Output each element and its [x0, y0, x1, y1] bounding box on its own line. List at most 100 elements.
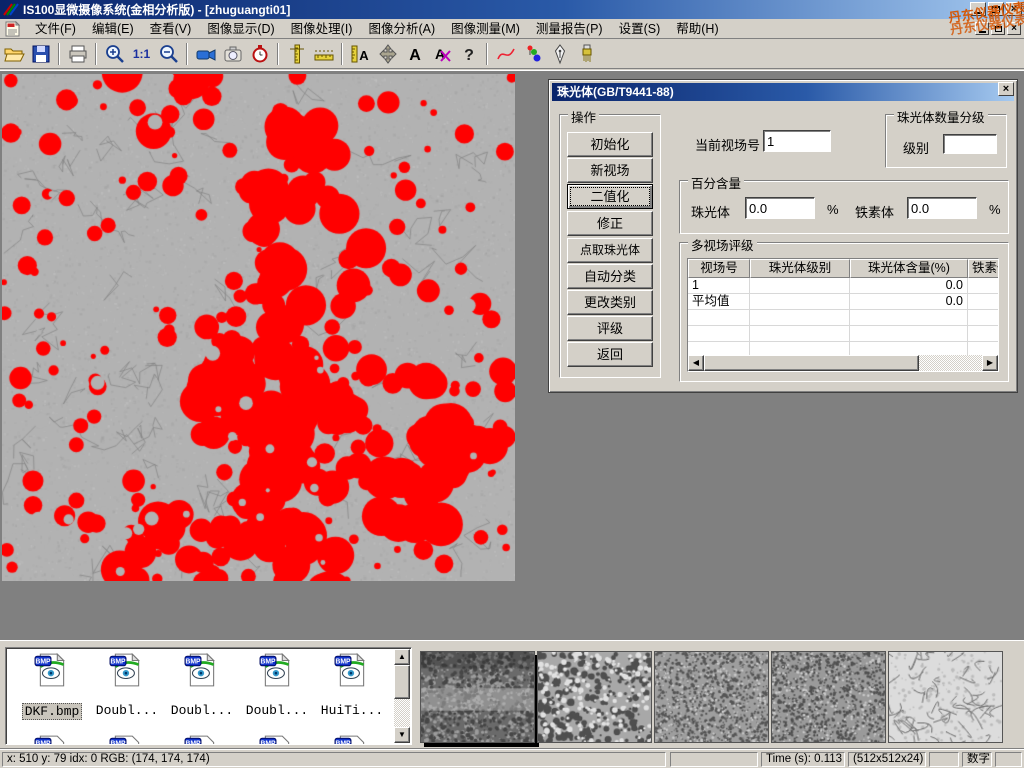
- status-time: Time (s): 0.113: [761, 752, 845, 767]
- menu-settings[interactable]: 设置(S): [611, 19, 669, 39]
- file-item[interactable]: BMP: [241, 734, 313, 745]
- print-button[interactable]: [65, 42, 90, 67]
- file-item[interactable]: BMP: [166, 734, 238, 745]
- restore-button[interactable]: [988, 2, 1004, 16]
- new-field-button[interactable]: 新视场: [567, 158, 653, 183]
- file-vscrollbar[interactable]: ▲ ▼: [394, 649, 410, 743]
- menu-image-process[interactable]: 图像处理(I): [283, 19, 361, 39]
- table-row[interactable]: 1 0.0: [688, 278, 998, 294]
- thumbnail-5[interactable]: [888, 651, 1003, 743]
- zoom-in-icon: [104, 43, 126, 65]
- mdi-minimize-icon: [979, 31, 986, 33]
- binarize-button[interactable]: 二值化: [567, 184, 653, 209]
- cell-ferrite: [968, 278, 999, 293]
- menu-view[interactable]: 查看(V): [142, 19, 200, 39]
- file-item[interactable]: BMP Doubl...: [91, 652, 163, 718]
- file-name[interactable]: Doubl...: [244, 703, 310, 718]
- toolbar: 1:1 A A A ?: [0, 40, 1024, 69]
- file-name[interactable]: DKF.bmp: [22, 703, 83, 720]
- measure-text-button[interactable]: A: [348, 42, 373, 67]
- thumbnail-4[interactable]: [771, 651, 886, 743]
- file-item[interactable]: BMP HuiTi...: [316, 652, 388, 718]
- pick-pearlite-button[interactable]: 点取珠光体: [567, 238, 653, 263]
- current-field-input[interactable]: [763, 130, 831, 152]
- return-button[interactable]: 返回: [567, 342, 653, 367]
- correct-button[interactable]: 修正: [567, 211, 653, 236]
- thumbnail-2[interactable]: [537, 651, 652, 743]
- table-row[interactable]: [688, 326, 998, 342]
- file-browser[interactable]: BMP DKF.bmp BMP Doubl... BMP Doubl... BM…: [5, 647, 412, 745]
- ferrite-percent-input[interactable]: [907, 197, 977, 219]
- auto-classify-button[interactable]: 自动分类: [567, 264, 653, 289]
- caliper-button[interactable]: [284, 42, 309, 67]
- file-name[interactable]: Doubl...: [169, 703, 235, 718]
- ruler-button[interactable]: [311, 42, 336, 67]
- metallographic-image[interactable]: [2, 74, 515, 581]
- menu-image-display[interactable]: 图像显示(D): [199, 19, 282, 39]
- camera-button[interactable]: [220, 42, 245, 67]
- file-item[interactable]: BMP Doubl...: [241, 652, 313, 718]
- move-button[interactable]: [375, 42, 400, 67]
- scroll-left-icon[interactable]: ◀: [688, 355, 704, 371]
- change-class-button[interactable]: 更改类别: [567, 290, 653, 315]
- menu-help[interactable]: 帮助(H): [668, 19, 726, 39]
- file-name[interactable]: Doubl...: [94, 703, 160, 718]
- curve-button[interactable]: [493, 42, 518, 67]
- init-button[interactable]: 初始化: [567, 132, 653, 157]
- thumbnail-1[interactable]: [420, 651, 535, 743]
- save-button[interactable]: [28, 42, 53, 67]
- open-folder-button[interactable]: [1, 42, 26, 67]
- mdi-minimize-button[interactable]: [975, 22, 989, 35]
- cell-grade: [750, 326, 850, 341]
- menu-report[interactable]: 测量报告(P): [528, 19, 611, 39]
- dialog-title-bar[interactable]: 珠光体(GB/T9441-88): [552, 83, 1014, 101]
- rating-table[interactable]: 视场号 珠光体级别 珠光体含量(%) 铁素体含量(%) 1 0.0 平均值 0.…: [687, 258, 999, 372]
- brush-button[interactable]: [574, 42, 599, 67]
- file-name[interactable]: HuiTi...: [319, 703, 385, 718]
- zoom-in-button[interactable]: [102, 42, 127, 67]
- scroll-up-icon[interactable]: ▲: [394, 649, 410, 665]
- video-camera-button[interactable]: [193, 42, 218, 67]
- svg-text:BMP: BMP: [110, 659, 126, 666]
- pen-button[interactable]: [547, 42, 572, 67]
- pearlite-percent-input[interactable]: [745, 197, 815, 219]
- file-item[interactable]: BMP Doubl...: [166, 652, 238, 718]
- file-item[interactable]: BMP: [91, 734, 163, 745]
- document-icon[interactable]: [4, 21, 21, 37]
- delete-text-button[interactable]: A: [429, 42, 454, 67]
- mdi-close-button[interactable]: ×: [1007, 22, 1021, 35]
- grade-input[interactable]: [943, 134, 997, 154]
- menu-image-measure[interactable]: 图像测量(M): [443, 19, 528, 39]
- menu-edit[interactable]: 编辑(E): [84, 19, 142, 39]
- thumbnail-3[interactable]: [654, 651, 769, 743]
- status-empty-2: [929, 752, 959, 767]
- table-row[interactable]: [688, 310, 998, 326]
- toolbar-separator: [95, 43, 97, 65]
- mdi-restore-button[interactable]: [991, 22, 1005, 35]
- points-button[interactable]: [520, 42, 545, 67]
- table-hscrollbar[interactable]: ◀ ▶: [688, 355, 998, 371]
- actual-size-button[interactable]: 1:1: [129, 42, 154, 67]
- dialog-close-button[interactable]: ×: [998, 82, 1014, 96]
- timer-button[interactable]: [247, 42, 272, 67]
- menu-file[interactable]: 文件(F): [27, 19, 84, 39]
- status-image-size: (512x512x24): [848, 752, 926, 767]
- scroll-thumb[interactable]: [394, 665, 410, 699]
- rate-button[interactable]: 评级: [567, 316, 653, 341]
- minimize-button[interactable]: [970, 2, 986, 16]
- scroll-thumb[interactable]: [704, 355, 919, 371]
- save-icon: [30, 43, 52, 65]
- file-item[interactable]: BMP DKF.bmp: [16, 652, 88, 720]
- scroll-down-icon[interactable]: ▼: [394, 727, 410, 743]
- help-button[interactable]: ?: [456, 42, 481, 67]
- table-row[interactable]: 平均值 0.0: [688, 294, 998, 310]
- scroll-track[interactable]: [919, 355, 982, 371]
- menu-image-analysis[interactable]: 图像分析(A): [360, 19, 443, 39]
- file-item[interactable]: BMP: [16, 734, 88, 745]
- close-button[interactable]: ×: [1006, 2, 1022, 16]
- zoom-out-button[interactable]: [156, 42, 181, 67]
- text-button[interactable]: A: [402, 42, 427, 67]
- file-item[interactable]: BMP: [316, 734, 388, 745]
- table-header-row: 视场号 珠光体级别 珠光体含量(%) 铁素体含量(%): [688, 259, 998, 278]
- scroll-right-icon[interactable]: ▶: [982, 355, 998, 371]
